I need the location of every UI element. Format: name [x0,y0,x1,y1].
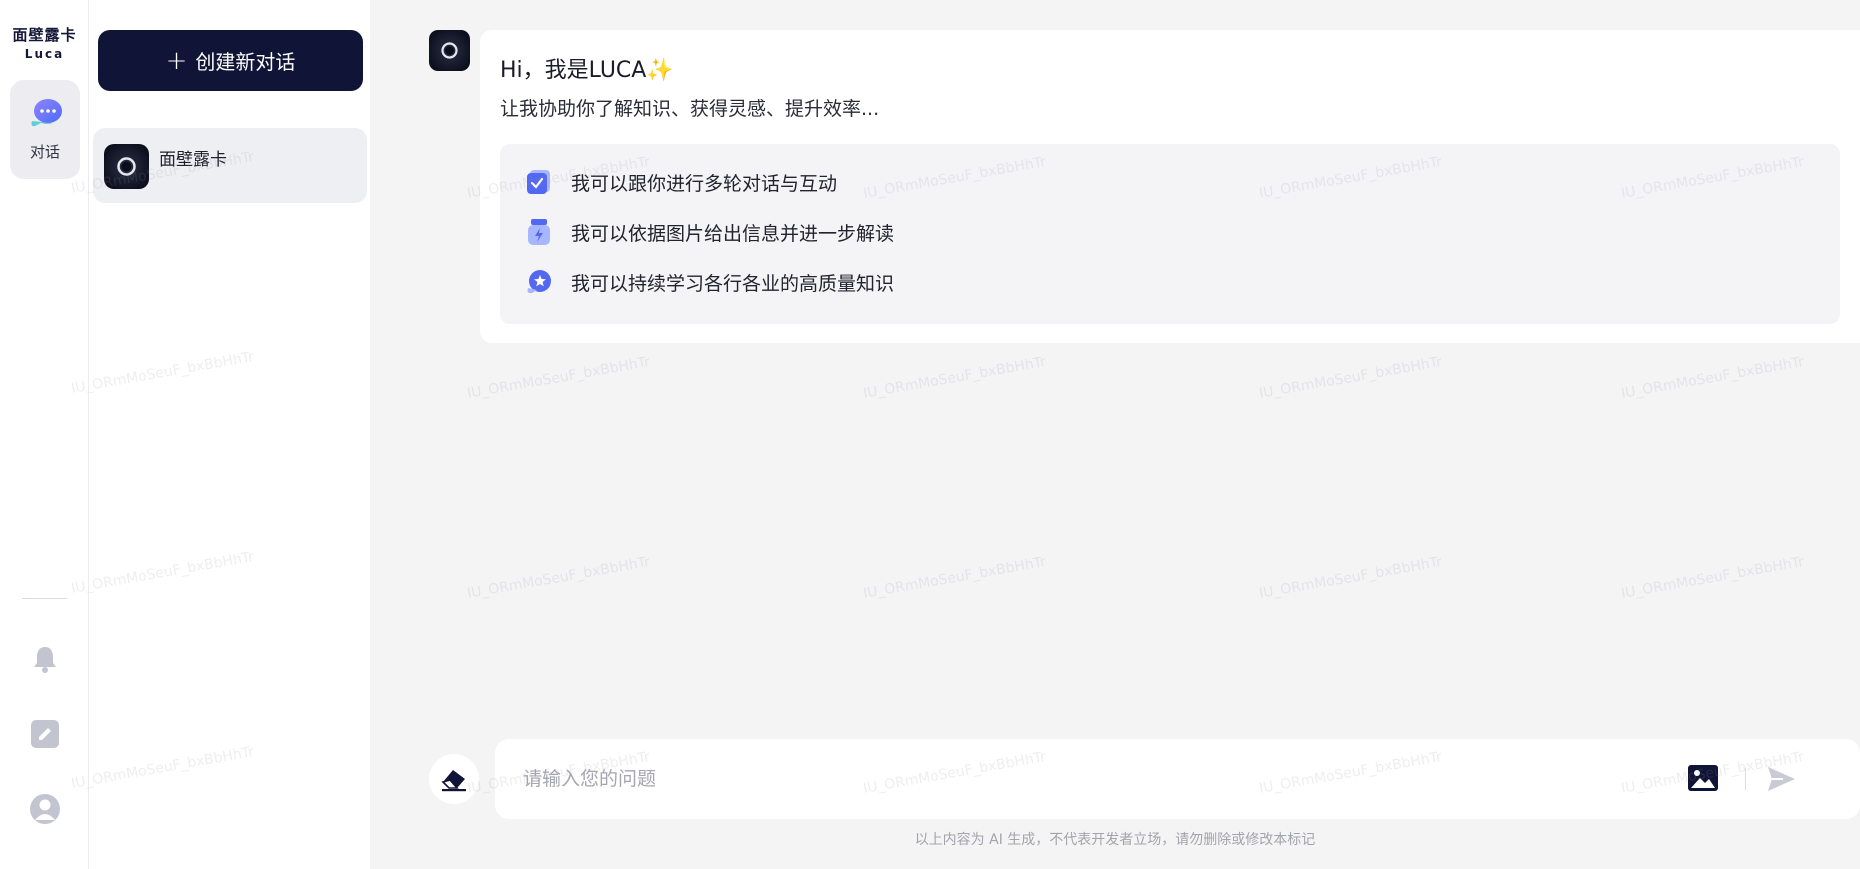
new-chat-button[interactable]: + 创建新对话 [98,30,363,91]
bot-avatar-icon [429,30,470,71]
left-rail: 面壁露卡 Luca 对话 [0,0,89,869]
message-input[interactable] [523,759,1673,799]
brand-name-cn: 面壁露卡 [12,26,77,44]
rail-divider [22,598,67,599]
send-icon[interactable] [1765,763,1797,795]
image-analysis-icon [528,219,550,245]
welcome-greeting: Hi，我是LUCA✨ [500,52,674,84]
sparkles-icon: ✨ [646,58,674,83]
brand-logo[interactable]: 面壁露卡 Luca [0,26,89,61]
conversation-sidebar: + 创建新对话 面壁露卡 [89,0,370,869]
bell-icon[interactable] [29,643,61,675]
rail-item-chat[interactable]: 对话 [10,80,80,179]
greeting-text: Hi，我是LUCA [500,58,647,83]
upload-image-icon[interactable] [1687,763,1719,793]
conversation-name: 面壁露卡 [159,150,227,170]
plus-icon: + [165,45,188,76]
edit-icon[interactable] [29,718,61,750]
chat-main: Hi，我是LUCA✨ 让我协助你了解知识、获得灵感、提升效率... 我可以跟你进… [370,0,1860,869]
welcome-subtitle: 让我协助你了解知识、获得灵感、提升效率... [500,98,880,120]
user-avatar-icon[interactable] [29,793,61,825]
knowledge-star-icon [527,270,551,294]
rail-item-chat-label: 对话 [29,143,60,161]
conversation-item[interactable]: 面壁露卡 [93,128,367,203]
new-chat-label: 创建新对话 [195,50,296,74]
feature-list: 我可以跟你进行多轮对话与互动 我可以依据图片给出信息并进一步解读 我可以持续学习… [500,144,1840,324]
eraser-icon [441,770,466,792]
feature-item: 我可以持续学习各行各业的高质量知识 [525,267,894,297]
feature-item: 我可以依据图片给出信息并进一步解读 [525,217,894,247]
luca-avatar-icon [104,144,149,189]
feature-item: 我可以跟你进行多轮对话与互动 [525,167,837,197]
dialogue-check-icon [527,170,550,194]
composer-divider [1745,768,1746,790]
ai-disclaimer: 以上内容为 AI 生成，不代表开发者立场，请勿删除或修改本标记 [914,832,1316,848]
feature-text: 我可以跟你进行多轮对话与互动 [571,172,838,195]
chat-bubble-icon [31,99,62,127]
clear-context-button[interactable] [429,754,479,804]
feature-text: 我可以依据图片给出信息并进一步解读 [571,222,895,245]
app-root: 面壁露卡 Luca 对话 + 创建新对话 面壁露卡 Hi，我是LUCA✨ 让我协… [0,0,1860,869]
feature-text: 我可以持续学习各行各业的高质量知识 [571,272,895,295]
brand-name-en: Luca [24,47,65,61]
message-composer [495,739,1860,819]
welcome-message: Hi，我是LUCA✨ 让我协助你了解知识、获得灵感、提升效率... 我可以跟你进… [480,30,1860,343]
